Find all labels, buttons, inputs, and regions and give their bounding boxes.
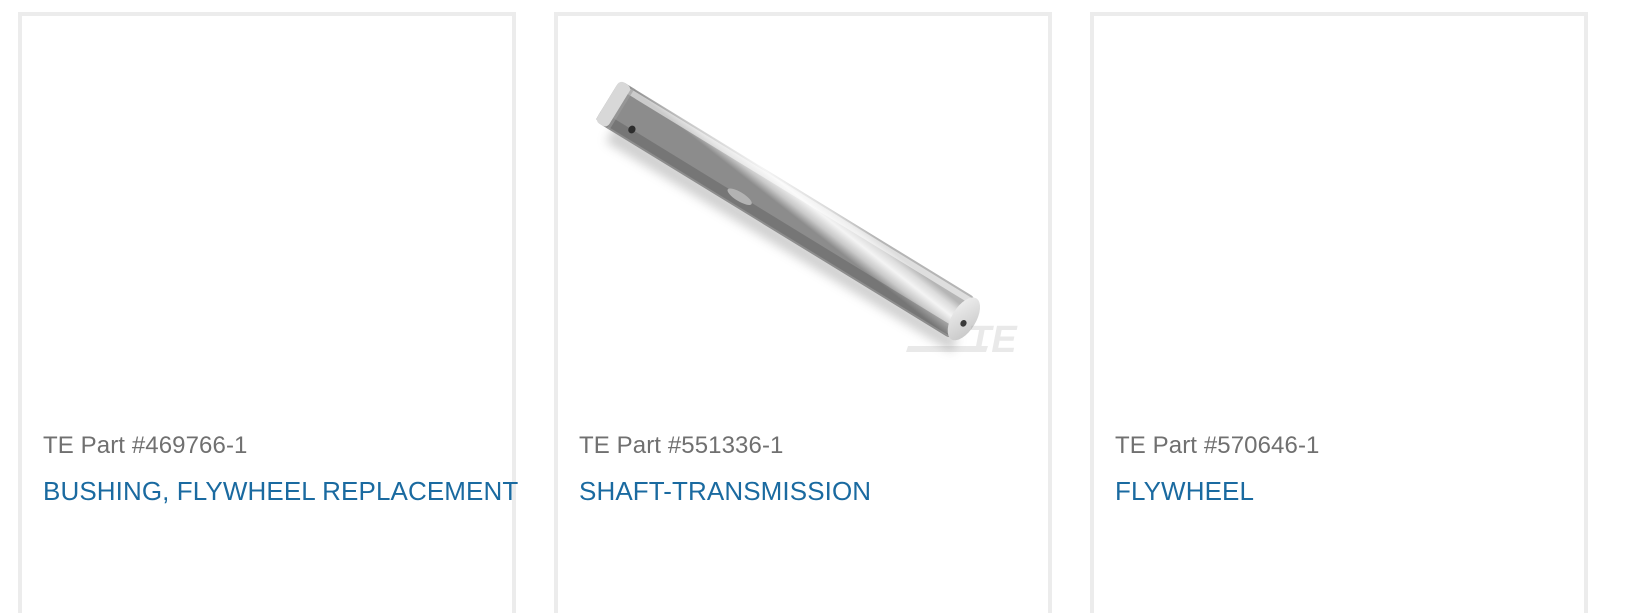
product-title-link[interactable]: FLYWHEEL xyxy=(1115,476,1254,507)
part-number: TE Part #469766-1 xyxy=(43,432,248,459)
product-card[interactable]: TE TE Part #551336-1 SHAFT-TRANSMISSION xyxy=(554,12,1052,613)
part-number: TE Part #551336-1 xyxy=(579,432,784,459)
svg-text:TE: TE xyxy=(968,319,1018,361)
product-image[interactable]: TE xyxy=(558,16,1048,416)
product-title-link[interactable]: SHAFT-TRANSMISSION xyxy=(579,476,871,507)
product-grid: TE Part #469766-1 BUSHING, FLYWHEEL REPL… xyxy=(0,0,1639,613)
shaft-image: TE xyxy=(595,81,1018,361)
product-title-link[interactable]: BUSHING, FLYWHEEL REPLACEMENT xyxy=(43,476,518,507)
product-image-placeholder[interactable] xyxy=(1094,16,1584,416)
product-card[interactable]: TE Part #469766-1 BUSHING, FLYWHEEL REPL… xyxy=(18,12,518,613)
product-image-placeholder[interactable] xyxy=(22,16,512,416)
part-number: TE Part #570646-1 xyxy=(1115,432,1320,459)
product-card[interactable]: TE Part #570646-1 FLYWHEEL xyxy=(1090,12,1588,613)
